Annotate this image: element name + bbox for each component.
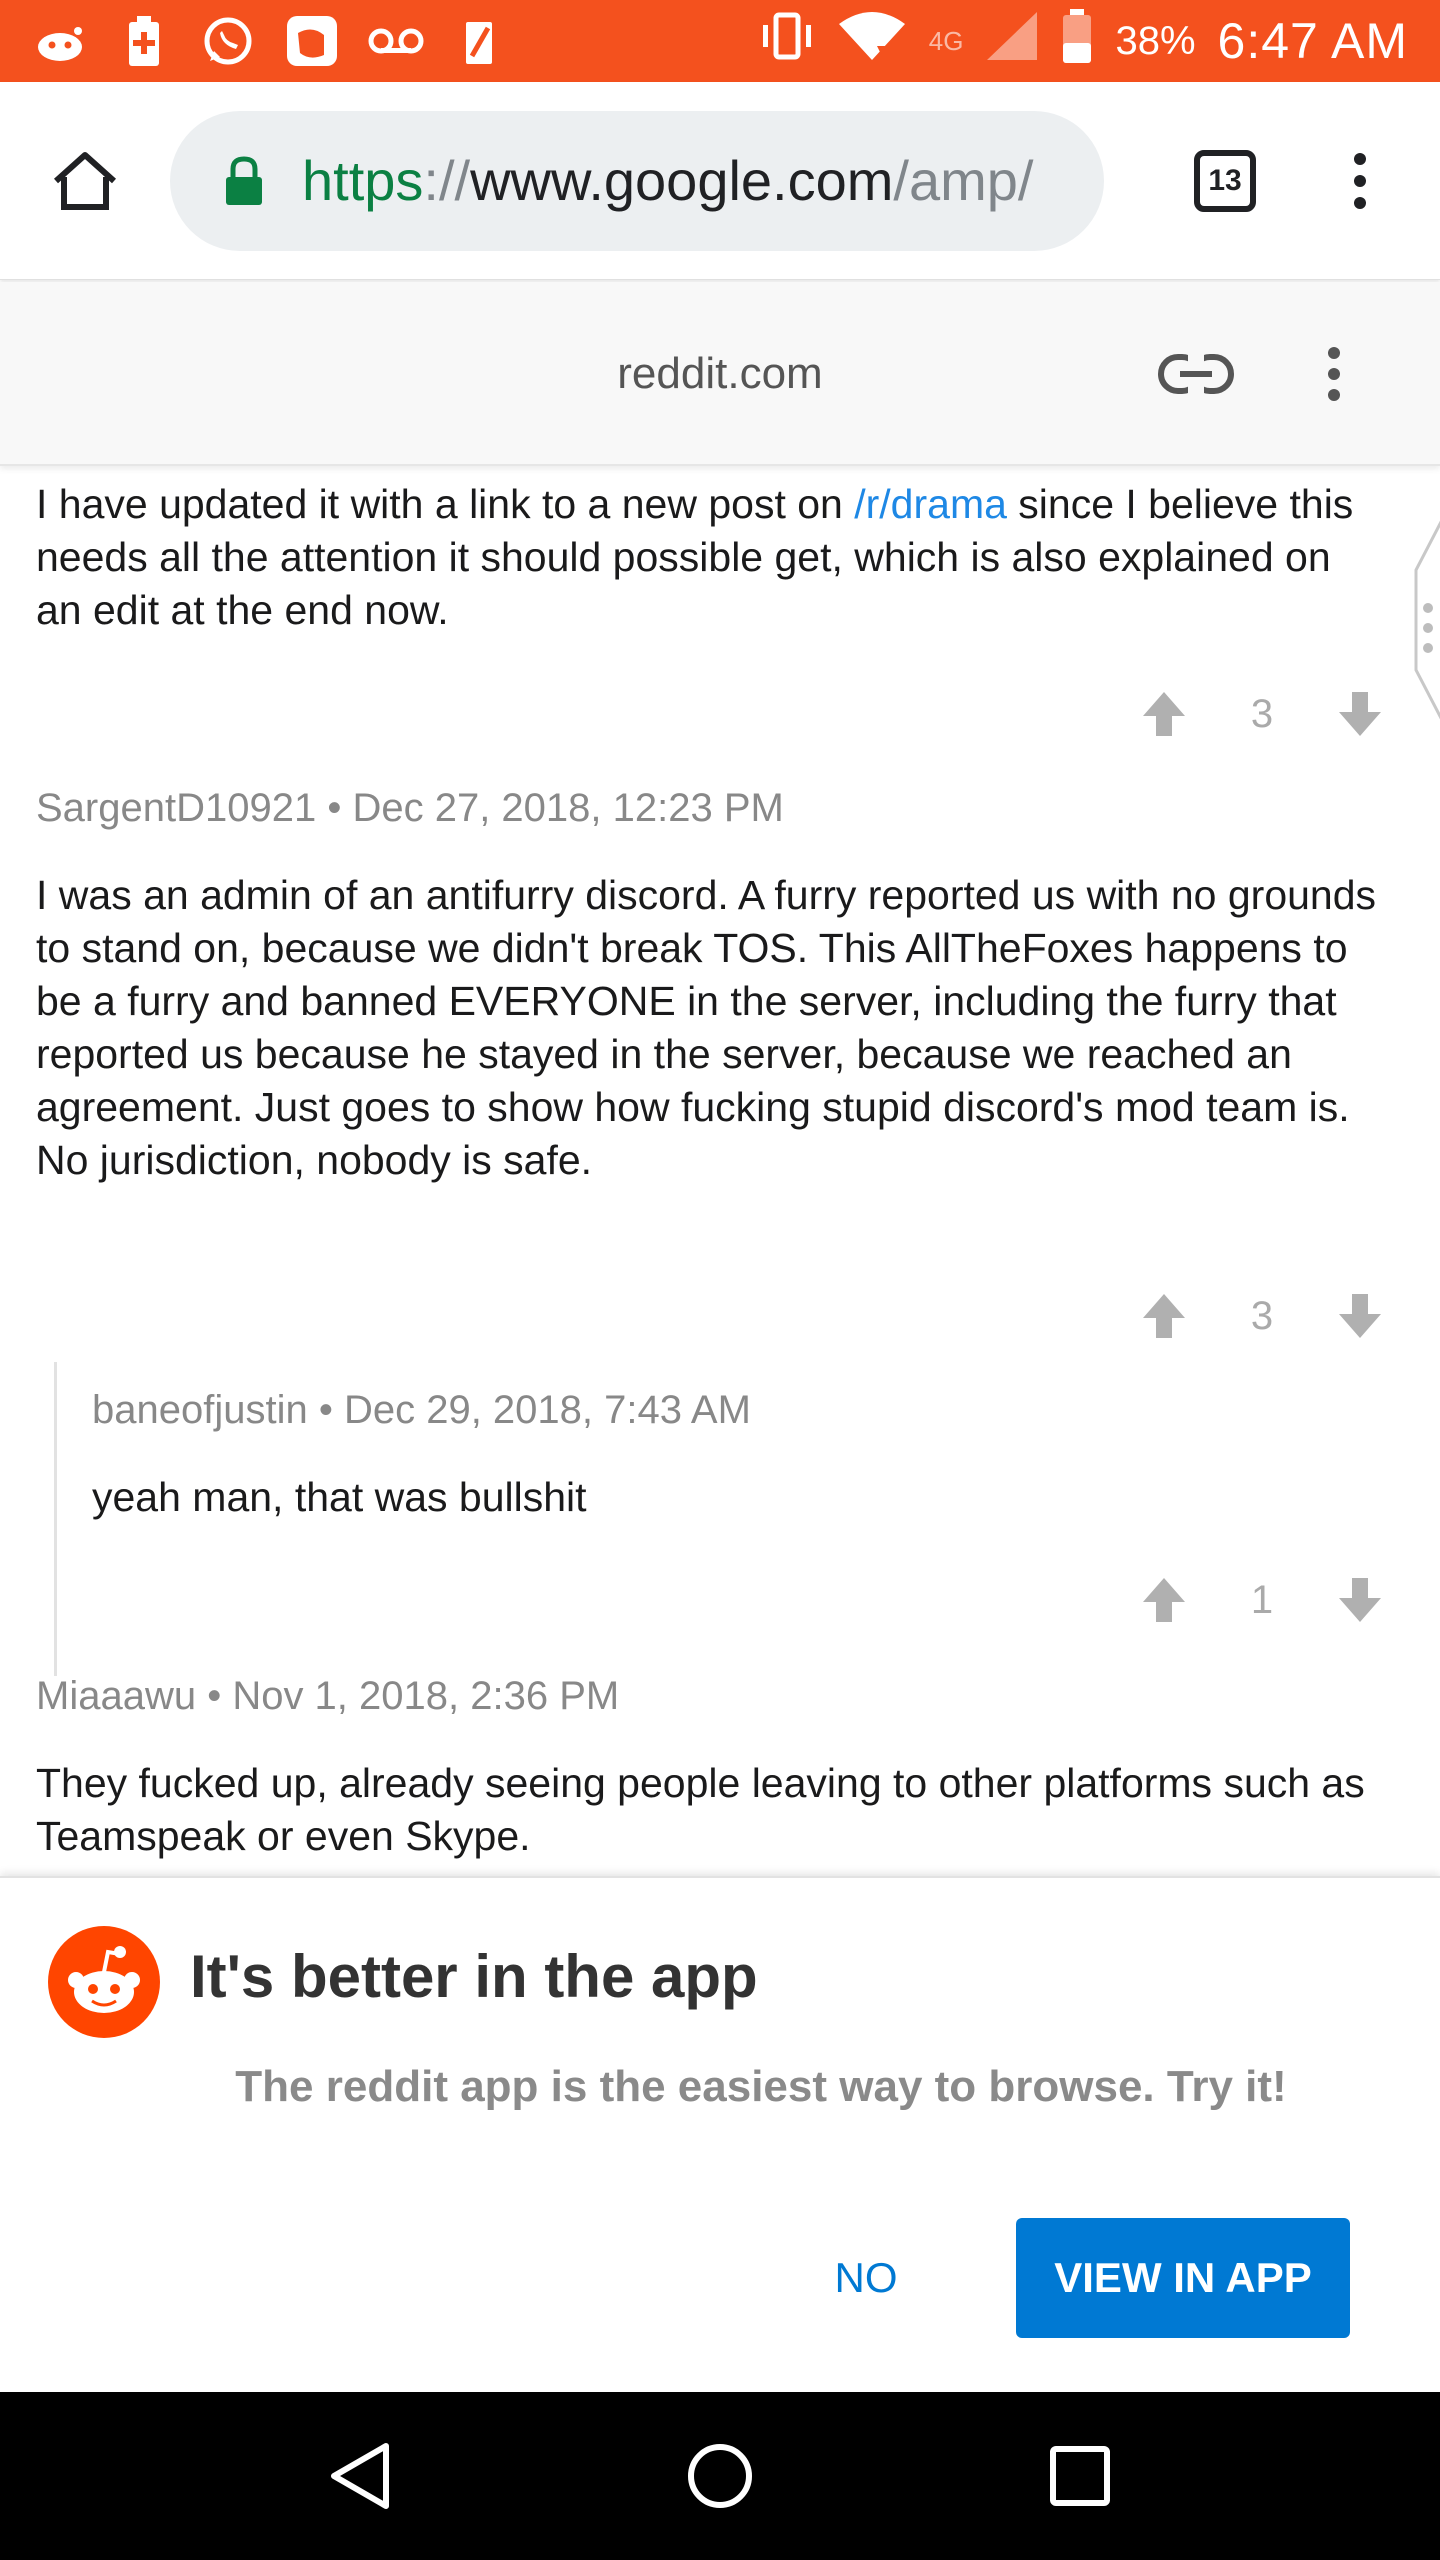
amp-menu-button[interactable] <box>1292 328 1376 420</box>
app-banner: It's better in the app The reddit app is… <box>0 1876 1440 2392</box>
comment-date: Dec 29, 2018, 7:43 AM <box>343 1388 751 1432</box>
whatsapp-icon <box>200 13 256 69</box>
copy-link-button[interactable] <box>1150 328 1242 420</box>
upvote-button[interactable] <box>1136 1288 1192 1344</box>
comments-list: I have updated it with a link to a new p… <box>0 468 1440 1876</box>
clock: 6:47 AM <box>1217 13 1408 69</box>
comment-text: I have updated it with a link to a new p… <box>36 478 1410 637</box>
url-scheme: https <box>302 149 424 212</box>
downvote-icon <box>1339 692 1381 736</box>
comment-meta: SargentD10921 • Dec 27, 2018, 12:23 PM <box>36 786 1410 831</box>
tab-count: 13 <box>1194 149 1256 212</box>
back-triangle-icon <box>331 2443 389 2509</box>
url-text: https://www.google.com/amp/ <box>302 148 1033 213</box>
status-bar: 4G 38% 6:47 AM <box>0 0 1440 82</box>
back-button[interactable] <box>300 2416 420 2536</box>
battery-percent: 38% <box>1115 18 1196 63</box>
comment-meta: Miaaawu • Nov 1, 2018, 2:36 PM <box>36 1674 1410 1719</box>
notification-icons <box>32 13 508 69</box>
home-circle-icon <box>688 2444 752 2508</box>
home-nav-button[interactable] <box>660 2416 780 2536</box>
meta-separator: • <box>196 1674 233 1718</box>
comment-reply: baneofjustin • Dec 29, 2018, 7:43 AM yea… <box>92 1388 1410 1524</box>
banner-subtitle: The reddit app is the easiest way to bro… <box>235 2062 1287 2111</box>
edit-icon <box>452 13 508 69</box>
more-vert-icon <box>1354 152 1366 209</box>
vote-score: 1 <box>1250 1577 1274 1622</box>
upvote-button[interactable] <box>1136 686 1192 742</box>
comment-text: They fucked up, already seeing people le… <box>36 1760 1365 1859</box>
url-host: www.google.com <box>470 149 894 212</box>
system-navigation-bar <box>0 2392 1440 2560</box>
comment-text: I was an admin of an antifurry discord. … <box>36 872 1377 1183</box>
amp-header: reddit.com <box>0 282 1440 466</box>
subreddit-link[interactable]: /r/drama <box>854 481 1007 527</box>
comment-author[interactable]: Miaaawu <box>36 1674 196 1718</box>
url-bar[interactable]: https://www.google.com/amp/ <box>170 110 1104 251</box>
messenger-icon <box>284 13 340 69</box>
reddit-icon <box>32 13 88 69</box>
system-status: 4G 38% 6:47 AM <box>759 8 1408 74</box>
comment-author[interactable]: baneofjustin <box>92 1388 308 1432</box>
recents-square-icon <box>1050 2446 1110 2506</box>
tab-switcher-button[interactable]: 13 <box>1140 82 1310 280</box>
comment-author[interactable]: SargentD10921 <box>36 786 316 830</box>
network-type: 4G <box>928 25 964 56</box>
meta-separator: • <box>316 786 353 830</box>
upvote-button[interactable] <box>1136 1572 1192 1628</box>
url-path: /amp/ <box>893 149 1034 212</box>
home-button[interactable] <box>0 82 170 280</box>
comment-date: Nov 1, 2018, 2:36 PM <box>232 1674 620 1718</box>
vote-controls: 1 <box>1136 1572 1388 1628</box>
lock-icon <box>224 153 272 209</box>
meta-separator: • <box>307 1388 344 1432</box>
drag-handle-icon <box>1414 520 1440 720</box>
reddit-logo-icon <box>48 1926 160 2038</box>
recents-button[interactable] <box>1020 2416 1140 2536</box>
wifi-icon <box>837 10 907 73</box>
upvote-icon <box>1143 692 1185 736</box>
upvote-icon <box>1143 1578 1185 1622</box>
downvote-button[interactable] <box>1332 1572 1388 1628</box>
downvote-button[interactable] <box>1332 1288 1388 1344</box>
home-icon <box>53 151 117 210</box>
upvote-icon <box>1143 1294 1185 1338</box>
comment-meta: baneofjustin • Dec 29, 2018, 7:43 AM <box>92 1388 1410 1433</box>
vote-controls: 3 <box>1136 686 1388 742</box>
signal-icon <box>985 10 1039 73</box>
comment-body-partial: I have updated it with a link to a new p… <box>36 478 1410 637</box>
comment-text: yeah man, that was bullshit <box>92 1474 587 1520</box>
vibrate-icon <box>759 11 815 72</box>
browser-toolbar: https://www.google.com/amp/ 13 <box>0 82 1440 280</box>
view-in-app-button[interactable]: VIEW IN APP <box>1016 2218 1350 2338</box>
url-separator: :// <box>423 149 471 212</box>
comment: Miaaawu • Nov 1, 2018, 2:36 PM They fuck… <box>36 1674 1410 1863</box>
vote-score: 3 <box>1250 1293 1274 1338</box>
comment-text-part: I have updated it with a link to a new p… <box>36 481 855 527</box>
link-icon <box>1158 354 1234 394</box>
banner-title: It's better in the app <box>190 1943 758 2010</box>
vote-controls: 3 <box>1136 1288 1388 1344</box>
comment-date: Dec 27, 2018, 12:23 PM <box>352 786 784 830</box>
side-panel-handle[interactable] <box>1412 520 1440 720</box>
more-vert-icon <box>1328 347 1340 401</box>
vote-score: 3 <box>1250 691 1274 736</box>
battery-icon <box>1061 8 1093 74</box>
dismiss-button[interactable]: NO <box>806 2218 926 2338</box>
browser-menu-button[interactable] <box>1310 82 1410 280</box>
downvote-icon <box>1339 1578 1381 1622</box>
comment: SargentD10921 • Dec 27, 2018, 12:23 PM I… <box>36 786 1410 1187</box>
downvote-button[interactable] <box>1332 686 1388 742</box>
battery-plus-icon <box>116 13 172 69</box>
downvote-icon <box>1339 1294 1381 1338</box>
voicemail-icon <box>368 13 424 69</box>
reply-thread-line <box>54 1362 57 1676</box>
